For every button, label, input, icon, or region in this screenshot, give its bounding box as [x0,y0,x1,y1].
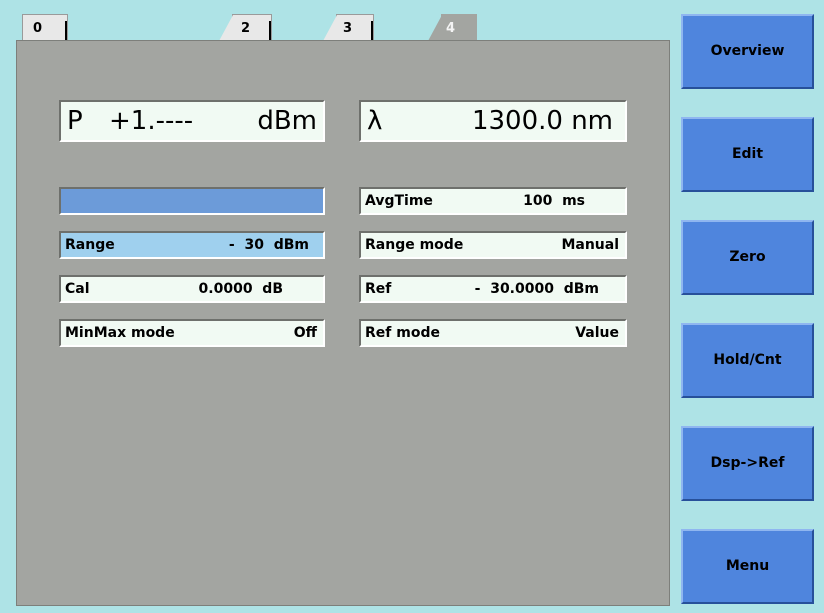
power-value: +1.---- [109,106,194,136]
ref-label: Ref [365,281,392,297]
wavelength-value: 1300.0 nm [471,106,613,136]
tab-divider [65,21,67,41]
dsp-ref-button[interactable]: Dsp->Ref [681,426,814,501]
minmax-mode-field[interactable]: MinMax mode Off [59,319,325,347]
ref-field[interactable]: Ref - 30.0000 dBm [359,275,627,303]
power-display: P +1.---- dBm [59,100,325,142]
tab-divider [371,21,373,41]
tab-edge [219,15,233,41]
ref-mode-value: Value [575,325,619,341]
cal-label: Cal [65,281,90,297]
wavelength-symbol: λ [367,106,383,136]
minmax-mode-label: MinMax mode [65,325,175,341]
zero-button[interactable]: Zero [681,220,814,295]
tab-4-label: 4 [446,21,456,36]
tab-2[interactable]: 2 [219,14,272,41]
range-mode-value: Manual [561,237,619,253]
cal-field[interactable]: Cal 0.0000 dB [59,275,325,303]
menu-button[interactable]: Menu [681,529,814,604]
power-bar [59,187,325,215]
wavelength-display: λ 1300.0 nm [359,100,627,142]
ref-mode-field[interactable]: Ref mode Value [359,319,627,347]
range-value: - 30 dBm [228,237,309,253]
tab-edge [323,15,337,41]
ref-value: - 30.0000 dBm [474,281,599,297]
tab-divider [269,21,271,41]
tab-3-label: 3 [343,21,353,36]
tab-edge [428,15,442,41]
tab-4[interactable]: 4 [428,14,477,41]
power-unit: dBm [257,106,317,136]
cal-value: 0.0000 dB [198,281,283,297]
edit-button[interactable]: Edit [681,117,814,192]
avgtime-label: AvgTime [365,193,433,209]
tab-2-label: 2 [241,21,251,36]
tab-0-label: 0 [33,21,43,36]
main-panel: P +1.---- dBm λ 1300.0 nm Range - 30 dBm… [16,40,670,606]
hold-cnt-button[interactable]: Hold/Cnt [681,323,814,398]
overview-button[interactable]: Overview [681,14,814,89]
power-symbol: P [67,106,83,136]
range-mode-field[interactable]: Range mode Manual [359,231,627,259]
tab-0[interactable]: 0 [22,14,68,41]
avgtime-field[interactable]: AvgTime 100 ms [359,187,627,215]
avgtime-value: 100 ms [523,193,585,209]
range-field[interactable]: Range - 30 dBm [59,231,325,259]
range-mode-label: Range mode [365,237,464,253]
range-label: Range [65,237,115,253]
minmax-mode-value: Off [293,325,317,341]
ref-mode-label: Ref mode [365,325,440,341]
tab-3[interactable]: 3 [323,14,374,41]
